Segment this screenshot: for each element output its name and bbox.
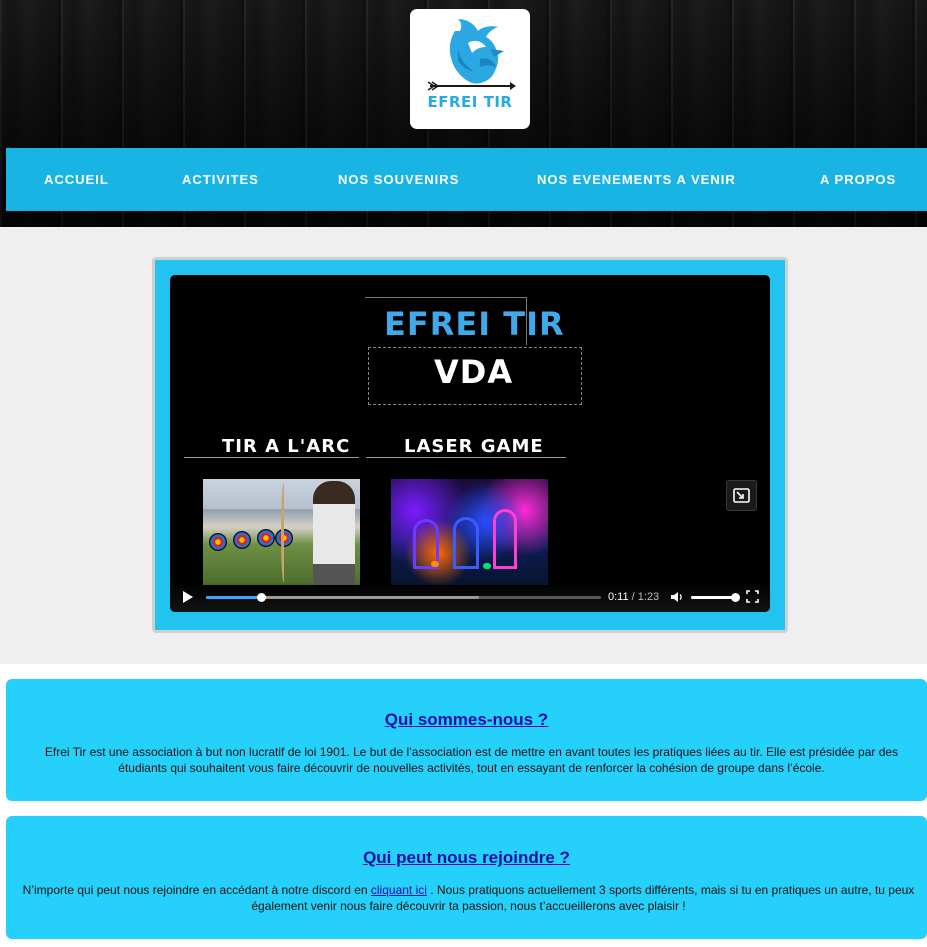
hud-line: [366, 457, 566, 458]
video-subtitle: VDA: [434, 353, 514, 391]
bow-shape: [281, 483, 287, 583]
nav-item-activites[interactable]: ACTIVITES: [182, 148, 259, 211]
laser-game-photo: [391, 479, 548, 585]
fullscreen-button[interactable]: [746, 590, 759, 608]
video-activity-laser: LASER GAME: [404, 436, 544, 457]
video-frame: EFREI TIR VDA TIR A L'ARC LASER GAME 0:1…: [152, 257, 788, 633]
main-navigation: ACCUEIL ACTIVITES NOS SOUVENIRS NOS EVEN…: [6, 148, 927, 211]
nav-item-nos-souvenirs[interactable]: NOS SOUVENIRS: [338, 148, 459, 211]
about-text: Efrei Tir est une association à but non …: [44, 745, 899, 775]
volume-fill: [691, 596, 735, 599]
target-icon: [257, 529, 275, 547]
progress-fill: [206, 596, 262, 599]
arch-shape: [453, 517, 479, 569]
picture-in-picture-icon: [733, 488, 750, 503]
time-separator: /: [628, 591, 638, 603]
video-controls: 0:11 / 1:23: [170, 582, 770, 612]
join-card: Qui peut nous rejoindre ? N’importe qui …: [6, 816, 927, 939]
nav-item-nos-evenements[interactable]: NOS EVENEMENTS A VENIR: [537, 148, 736, 211]
play-icon: [183, 591, 193, 603]
video-title: EFREI TIR: [384, 305, 565, 343]
join-heading[interactable]: Qui peut nous rejoindre ?: [6, 848, 927, 868]
progress-bar[interactable]: [206, 593, 601, 602]
video-player[interactable]: EFREI TIR VDA TIR A L'ARC LASER GAME 0:1…: [170, 275, 770, 612]
duration: 1:23: [637, 591, 660, 603]
volume-slider[interactable]: [691, 593, 740, 602]
archer-figure: [313, 481, 355, 585]
current-time: 0:11: [608, 591, 629, 603]
nav-item-accueil[interactable]: ACCUEIL: [44, 148, 109, 211]
about-heading[interactable]: Qui sommes-nous ?: [6, 710, 927, 730]
progress-thumb[interactable]: [257, 593, 267, 602]
target-icon: [233, 531, 251, 549]
hud-line: [184, 457, 359, 458]
play-button[interactable]: [182, 590, 194, 609]
video-activity-archery: TIR A L'ARC: [222, 436, 351, 457]
logo-text: EFREI TIR: [427, 93, 513, 111]
join-text-before: N’importe qui peut nous rejoindre en acc…: [22, 883, 371, 897]
volume-thumb[interactable]: [731, 593, 740, 602]
nav-item-a-propos[interactable]: A PROPOS: [820, 148, 896, 211]
volume-icon: [671, 592, 682, 602]
archery-photo: [203, 479, 360, 585]
site-logo[interactable]: EFREI TIR: [410, 9, 530, 129]
light-glow: [483, 563, 491, 569]
join-text: N’importe qui peut nous rejoindre en acc…: [18, 882, 919, 914]
time-display: 0:11 / 1:23: [608, 591, 659, 603]
fullscreen-icon: [746, 590, 759, 603]
arch-shape: [493, 509, 517, 569]
mute-button[interactable]: [670, 590, 684, 609]
discord-link[interactable]: cliquant ici: [371, 883, 427, 897]
about-card: Qui sommes-nous ? Efrei Tir est une asso…: [6, 679, 927, 801]
light-glow: [431, 561, 439, 567]
picture-in-picture-button[interactable]: [726, 480, 757, 511]
target-icon: [209, 533, 227, 551]
